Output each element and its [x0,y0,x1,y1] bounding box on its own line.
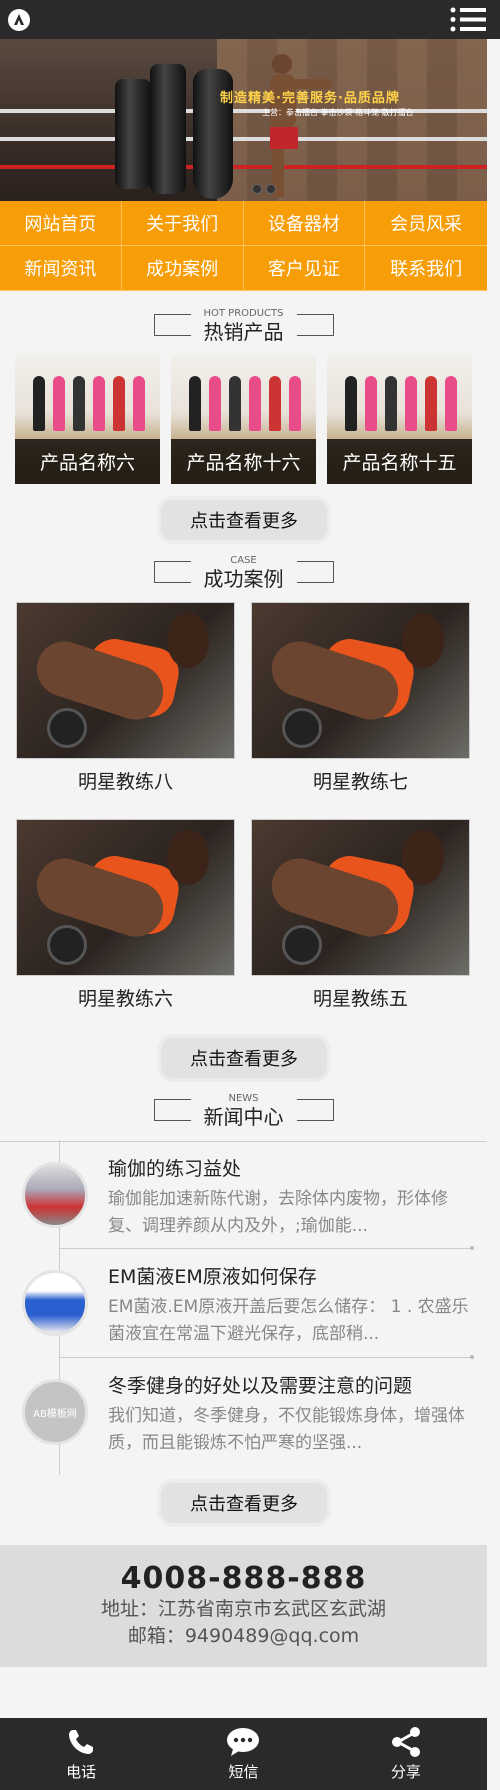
nav-news[interactable]: 新闻资讯 [0,246,122,291]
section-title-en: HOT PRODUCTS [203,308,284,319]
bottom-bar: 电话 短信 分享 [0,1718,487,1790]
nav-contact[interactable]: 联系我们 [365,246,487,291]
punching-bag [150,64,186,194]
news-title: EM菌液EM原液如何保存 [108,1266,317,1288]
case-name: 明星教练七 [312,771,408,793]
chat-icon [227,1727,260,1756]
product-name: 产品名称六 [15,439,160,484]
slider-dots [252,179,280,198]
news-desc: 瑜伽能加速新陈代谢，去除体内废物，形体修复、调理养颜从内及外，;瑜伽能... [108,1189,448,1236]
case-card[interactable]: 明星教练六 [16,819,235,1011]
contact-phone[interactable]: 4008-888-888 [0,1561,487,1596]
call-button[interactable]: 电话 [0,1718,162,1790]
case-image [16,602,235,759]
section-title-hot: HOT PRODUCTS 热销产品 [0,308,487,344]
more-news-button[interactable]: 点击查看更多 [161,1483,327,1523]
banner-slogan: 制造精美·完善服务·品质品牌 [220,91,400,106]
case-image [251,602,470,759]
share-icon [391,1726,420,1757]
share-label: 分享 [390,1762,421,1781]
news-desc: 我们知道，冬季健身，不仅能锻炼身体，增强体质，而且能锻炼不怕严寒的坚强... [108,1406,465,1453]
news-title: 瑜伽的练习益处 [108,1158,242,1180]
section-title-cn: 热销产品 [153,314,334,344]
menu-icon[interactable] [450,6,486,33]
product-name: 产品名称十六 [171,439,316,484]
divider [59,1246,474,1250]
slider-dot[interactable] [266,184,276,194]
news-title: 冬季健身的好处以及需要注意的问题 [108,1375,413,1397]
section-title-news: NEWS 新闻中心 [0,1093,487,1129]
top-bar [0,0,500,39]
nav-members[interactable]: 会员风采 [365,201,487,246]
ring-rope [0,137,487,141]
section-title-en: CASE [230,555,257,566]
case-name: 明星教练六 [77,988,173,1010]
call-label: 电话 [66,1762,97,1781]
banner-subtitle: 主营：拳击擂台 拳击沙袋 格斗笼 散打擂台 [262,108,414,117]
product-card[interactable]: 产品名称十六 [171,354,316,484]
nav-home[interactable]: 网站首页 [0,201,122,246]
news-thumb [22,1270,88,1336]
logo-icon[interactable] [8,9,30,31]
more-cases-button[interactable]: 点击查看更多 [161,1038,327,1078]
news-thumb [22,1162,88,1228]
news-item[interactable]: AB模板网 冬季健身的好处以及需要注意的问题 我们知道，冬季健身，不仅能锻炼身体… [0,1359,487,1467]
news-desc: EM菌液.EM原液开盖后要怎么储存： 1 . 农盛乐菌液宜在常温下避光保存，底部… [108,1297,469,1344]
section-title-cn: 成功案例 [153,561,334,591]
section-title-cn: 新闻中心 [153,1099,334,1129]
nav-cases[interactable]: 成功案例 [121,246,244,291]
thumb-watermark: AB模板网 [33,1408,77,1420]
punching-bag [115,79,151,189]
case-card[interactable]: 明星教练七 [251,602,470,794]
nav-equipment[interactable]: 设备器材 [243,201,366,246]
sms-button[interactable]: 短信 [162,1718,324,1790]
section-title-en: NEWS [228,1093,259,1104]
phone-icon [69,1729,94,1754]
case-name: 明星教练八 [77,771,173,793]
fighter-figure [270,54,332,197]
banner-background [217,39,487,201]
news-item[interactable]: EM菌液EM原液如何保存 EM菌液.EM原液开盖后要怎么储存： 1 . 农盛乐菌… [0,1250,487,1359]
case-image [16,819,235,976]
case-card[interactable]: 明星教练八 [16,602,235,794]
share-button[interactable]: 分享 [325,1718,487,1790]
news-item[interactable]: 瑜伽的练习益处 瑜伽能加速新陈代谢，去除体内废物，形体修复、调理养颜从内及外，;… [0,1141,487,1250]
product-card[interactable]: 产品名称十五 [327,354,472,484]
contact-section: 4008-888-888 地址：江苏省南京市玄武区玄武湖 邮箱：9490489@… [0,1545,487,1667]
section-title-cases: CASE 成功案例 [0,555,487,591]
sms-label: 短信 [228,1762,259,1781]
more-products-button[interactable]: 点击查看更多 [161,500,327,540]
ring-rope [0,165,487,169]
nav-about[interactable]: 关于我们 [121,201,244,246]
divider [59,1355,474,1359]
case-image [251,819,470,976]
case-card[interactable]: 明星教练五 [251,819,470,1011]
nav-testimonials[interactable]: 客户见证 [243,246,366,291]
banner-slider[interactable]: 制造精美·完善服务·品质品牌 主营：拳击擂台 拳击沙袋 格斗笼 散打擂台 [0,39,487,201]
product-name: 产品名称十五 [327,439,472,484]
contact-address: 地址：江苏省南京市玄武区玄武湖 [100,1598,386,1620]
slider-dot[interactable] [252,184,262,194]
product-card[interactable]: 产品名称六 [15,354,160,484]
news-thumb: AB模板网 [22,1379,88,1445]
case-name: 明星教练五 [312,988,408,1010]
contact-email[interactable]: 邮箱：9490489@qq.com [0,1623,487,1650]
main-nav: 网站首页 关于我们 设备器材 会员风采 新闻资讯 成功案例 客户见证 联系我们 [0,201,487,291]
